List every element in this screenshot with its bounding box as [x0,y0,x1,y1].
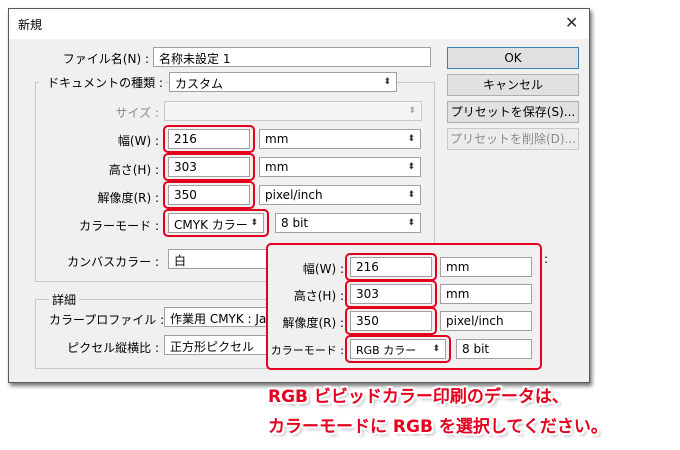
height-label: 高さ(H) : [108,163,159,177]
colormode-highlight [163,209,269,237]
callout-line-2: カラーモードに RGB を選択してください。 [268,417,608,437]
popup-colormode-highlight [345,335,451,363]
doctype-select[interactable]: カスタム ⬍ [169,72,397,92]
delete-preset-button: プリセットを削除(D)... [447,128,579,150]
updown-arrow-icon: ⬍ [407,190,415,200]
colormode-label: カラーモード : [79,219,159,233]
updown-arrow-icon: ⬍ [407,162,415,172]
bitdepth-value: 8 bit [281,216,309,230]
dialog-title: 新規 [18,18,43,32]
updown-arrow-icon: ⬍ [407,218,415,228]
filename-input[interactable]: 名称未設定 1 [153,47,431,67]
height-highlight [163,153,255,181]
updown-arrow-icon: ⬍ [407,134,415,144]
title-bar: 新規 ✕ [9,9,589,39]
ok-button[interactable]: OK [447,47,579,69]
popup-resolution-highlight [345,307,437,335]
height-unit-select[interactable]: mm ⬍ [259,157,421,177]
popup-width-unit[interactable]: mm [440,257,532,277]
size-select: ⬍ [164,101,422,121]
save-preset-button[interactable]: プリセットを保存(S)... [447,101,579,123]
advanced-group-label: 詳細 [49,291,80,308]
popup-resolution-label: 解像度(R) : [282,316,344,330]
size-label: サイズ : [115,106,160,120]
resolution-unit-select[interactable]: pixel/inch ⬍ [259,185,421,205]
height-unit-value: mm [265,160,289,174]
popup-trailing-colon: : [544,252,549,266]
updown-arrow-icon: ⬍ [408,106,416,116]
bitdepth-select[interactable]: 8 bit ⬍ [275,213,421,233]
canvas-color-value: 白 [174,254,187,268]
width-highlight [163,125,255,153]
resolution-label: 解像度(R) : [97,191,159,205]
popup-bitdepth[interactable]: 8 bit [456,339,532,359]
width-unit-value: mm [265,132,289,146]
pixel-ratio-label: ピクセル縦横比 : [67,341,159,355]
rgb-settings-popup: 幅(W) : 216 mm 高さ(H) : 303 mm 解像度(R) : 35… [266,243,542,370]
pixel-ratio-value: 正方形ピクセル [170,340,255,354]
doctype-label: ドキュメントの種類 : [39,74,165,91]
callout-line-1: RGB ビビッドカラー印刷のデータは、 [268,387,569,407]
popup-height-highlight [345,280,437,308]
close-icon[interactable]: ✕ [565,14,578,32]
popup-resolution-unit[interactable]: pixel/inch [440,311,532,331]
width-label: 幅(W) : [117,134,159,148]
popup-colormode-label: カラーモード : [270,344,344,357]
popup-width-label: 幅(W) : [302,262,344,276]
profile-value: 作業用 CMYK : Ja [170,312,267,326]
updown-arrow-icon: ⬍ [383,77,391,87]
cancel-button[interactable]: キャンセル [447,74,579,96]
resolution-highlight [163,181,255,209]
profile-label: カラープロファイル : [49,313,165,327]
doctype-value: カスタム [175,77,224,91]
width-unit-select[interactable]: mm ⬍ [259,129,421,149]
resolution-unit-value: pixel/inch [265,188,323,202]
canvas-color-label: カンバスカラー : [67,255,159,269]
popup-height-unit[interactable]: mm [440,284,532,304]
popup-width-highlight [345,253,437,281]
popup-height-label: 高さ(H) : [293,289,344,303]
filename-label: ファイル名(N) : [62,52,149,66]
